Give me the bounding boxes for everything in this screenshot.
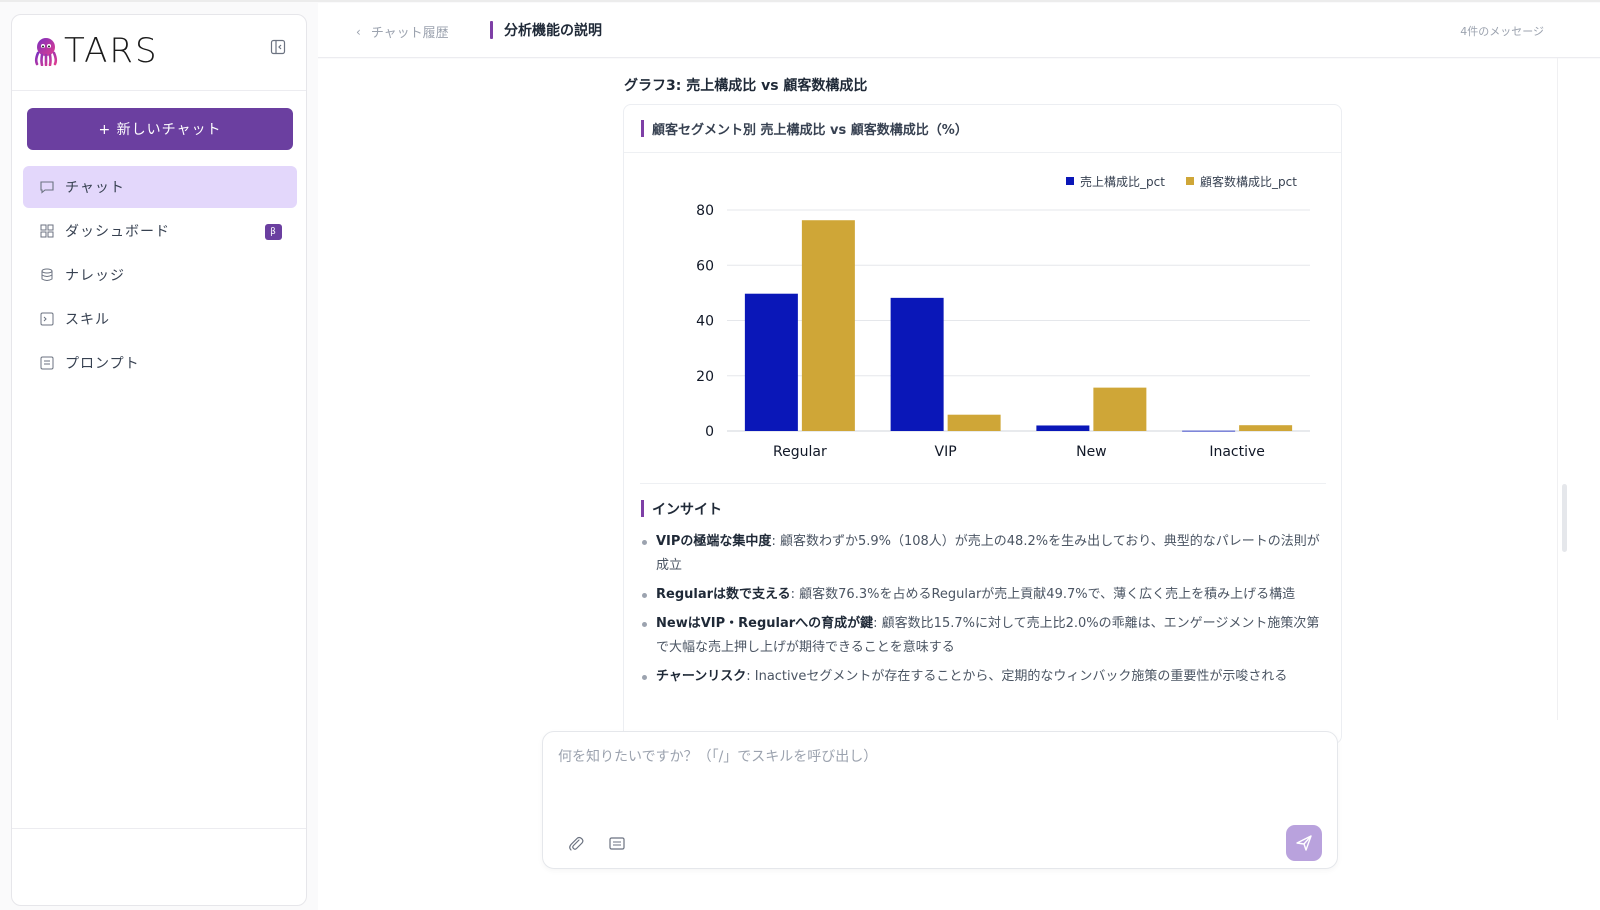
x-tick-label: Regular: [773, 444, 827, 460]
sidebar-item-label: チャット: [65, 180, 125, 196]
sidebar: TARS + 新しいチャット チャット ダッシュボード β ナレッジ スキル プ…: [11, 14, 307, 906]
section-title: グラフ3: 売上構成比 vs 顧客数構成比: [624, 78, 868, 94]
send-button[interactable]: [1286, 825, 1322, 861]
insight-heading: インサイト: [652, 502, 722, 518]
insight-bold: Regularは数で支える: [656, 587, 791, 602]
insight-item: Regularは数で支える: 顧客数76.3%を占めるRegularが売上貢献4…: [641, 583, 1321, 607]
bar-sales: [1036, 425, 1090, 431]
new-chat-button[interactable]: + 新しいチャット: [27, 108, 293, 150]
insight-list: VIPの極端な集中度: 顧客数わずか5.9%（108人）が売上の48.2%を生み…: [641, 530, 1321, 694]
insight-item: NewはVIP・Regularへの育成が鍵: 顧客数比15.7%に対して売上比2…: [641, 612, 1321, 660]
bar-customers: [1239, 425, 1293, 431]
insight-text: : Inactiveセグメントが存在することから、定期的なウィンバック施策の重要…: [746, 669, 1288, 684]
chat-icon: [39, 179, 55, 195]
back-to-history-link[interactable]: ‹ チャット履歴: [356, 22, 449, 42]
beta-badge: β: [265, 224, 282, 240]
top-border: [0, 0, 1600, 2]
legend-label: 顧客数構成比_pct: [1200, 174, 1297, 189]
app-root: TARS + 新しいチャット チャット ダッシュボード β ナレッジ スキル プ…: [0, 0, 1600, 910]
content-edge: [1557, 58, 1558, 720]
y-tick-label: 80: [696, 203, 714, 219]
collapse-sidebar-icon[interactable]: [270, 39, 290, 59]
chat-header: ‹ チャット履歴 分析機能の説明 4件のメッセージ: [318, 3, 1600, 58]
legend-label: 売上構成比_pct: [1080, 174, 1165, 189]
paperclip-icon[interactable]: [567, 835, 585, 853]
send-icon: [1296, 835, 1312, 851]
brand-logo[interactable]: TARS: [32, 31, 159, 71]
prompt-template-icon[interactable]: [608, 835, 626, 853]
bar-sales: [1182, 430, 1236, 432]
insight-bold: VIPの極端な集中度: [656, 534, 772, 549]
sidebar-item-prompts[interactable]: プロンプト: [23, 342, 297, 384]
bar-customers: [801, 220, 855, 431]
sidebar-item-label: プロンプト: [65, 356, 140, 372]
card-title: 顧客セグメント別 売上構成比 vs 顧客数構成比（%）: [652, 123, 968, 138]
bar-customers: [947, 414, 1001, 431]
x-tick-label: VIP: [935, 444, 957, 460]
title-accent-bar: [490, 21, 493, 39]
y-tick-label: 20: [696, 369, 714, 385]
sidebar-item-label: ダッシュボード: [65, 224, 170, 240]
chart-card: 顧客セグメント別 売上構成比 vs 顧客数構成比（%） 0 20 40 60 80 Reg…: [623, 104, 1342, 744]
y-tick-label: 0: [705, 424, 714, 440]
message-input[interactable]: [558, 746, 1318, 806]
sidebar-item-skills[interactable]: スキル: [23, 298, 297, 340]
sidebar-item-knowledge[interactable]: ナレッジ: [23, 254, 297, 296]
octopus-logo-icon: [34, 38, 58, 66]
legend-swatch: [1186, 177, 1194, 185]
terminal-icon: [39, 311, 55, 327]
sidebar-item-label: ナレッジ: [65, 268, 125, 284]
insight-item: VIPの極端な集中度: 顧客数わずか5.9%（108人）が売上の48.2%を生み…: [641, 530, 1321, 578]
chevron-left-icon: ‹: [356, 24, 361, 39]
insight-accent: [641, 500, 644, 517]
y-tick-label: 40: [696, 314, 714, 330]
page-title: 分析機能の説明: [504, 23, 602, 39]
legend-swatch: [1066, 177, 1074, 185]
x-tick-label: New: [1076, 444, 1107, 460]
sidebar-item-dashboard[interactable]: ダッシュボード β: [23, 210, 297, 252]
message-composer: [542, 731, 1338, 869]
sidebar-footer-divider: [12, 828, 306, 829]
y-tick-label: 60: [696, 258, 714, 274]
insight-bold: チャーンリスク: [656, 669, 747, 684]
scrollbar-thumb[interactable]: [1562, 484, 1567, 552]
sidebar-item-label: スキル: [65, 312, 110, 328]
back-label: チャット履歴: [370, 26, 449, 41]
insight-bold: NewはVIP・Regularへの育成が鍵: [656, 616, 874, 631]
insight-item: チャーンリスク: Inactiveセグメントが存在することから、定期的なウィンバ…: [641, 665, 1321, 689]
prompt-icon: [39, 355, 55, 371]
chart-divider: [640, 483, 1326, 484]
insight-text: : 顧客数76.3%を占めるRegularが売上貢献49.7%で、薄く広く売上を…: [790, 587, 1296, 602]
sidebar-divider: [12, 90, 306, 91]
bar-customers: [1093, 387, 1147, 431]
bar-sales: [744, 293, 798, 431]
message-count: 4件のメッセージ: [1460, 25, 1544, 38]
x-tick-label: Inactive: [1209, 444, 1265, 460]
sidebar-item-chat[interactable]: チャット: [23, 166, 297, 208]
chart-area: 0 20 40 60 80 Regular VIP New Inactive 売上構成比_pct 顧…: [624, 153, 1341, 483]
card-title-accent: [641, 120, 644, 137]
card-header: 顧客セグメント別 売上構成比 vs 顧客数構成比（%）: [624, 105, 1341, 153]
dashboard-icon: [39, 223, 55, 239]
sidebar-nav: チャット ダッシュボード β ナレッジ スキル プロンプト: [23, 166, 297, 386]
bar-chart: 0 20 40 60 80 Regular VIP New Inactive 売上構成比_pct 顧…: [696, 174, 1310, 460]
database-icon: [39, 267, 55, 283]
brand-name: TARS: [64, 31, 159, 71]
bar-sales: [890, 297, 944, 431]
